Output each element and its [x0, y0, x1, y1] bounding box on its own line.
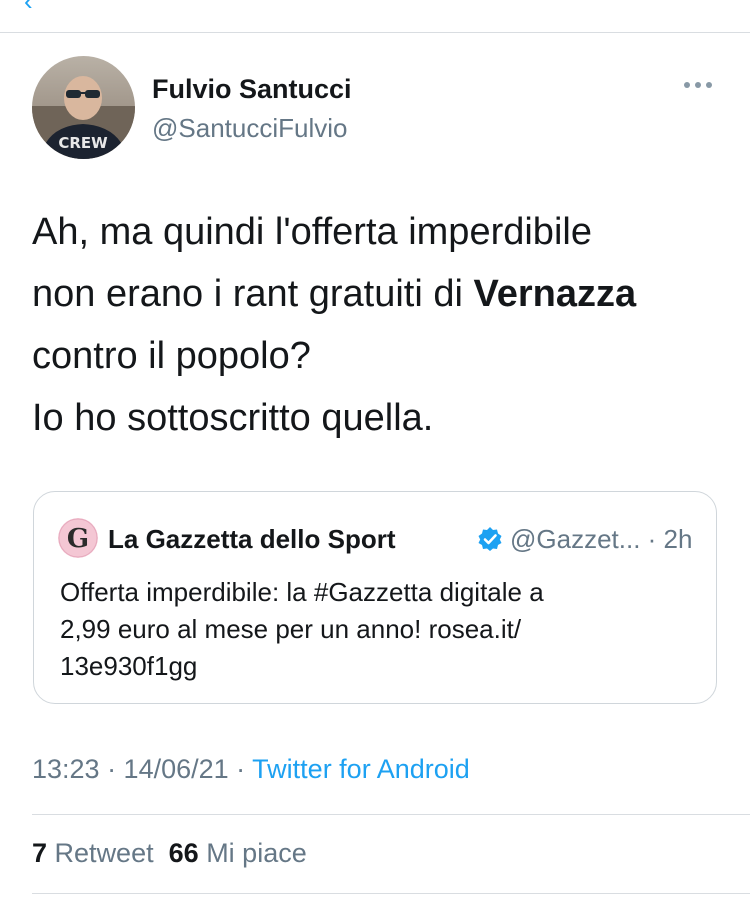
- mention-bold: Vernazza: [473, 273, 637, 315]
- quoted-handle-time: @Gazzet... · 2h: [510, 524, 693, 554]
- quoted-line: Offerta imperdibile: la #Gazzetta digita…: [60, 577, 544, 607]
- svg-text:G: G: [67, 524, 89, 554]
- user-handle[interactable]: @SantucciFulvio: [152, 113, 347, 144]
- back-chevron-icon[interactable]: ‹: [24, 0, 33, 17]
- tweet-line: Io ho sottoscritto quella.: [32, 397, 434, 439]
- quoted-avatar: G: [58, 518, 98, 558]
- divider: [32, 893, 750, 894]
- quoted-tweet-header: G La Gazzetta dello Sport @Gazzet... · 2…: [58, 518, 698, 558]
- quoted-line: 13e930f1gg: [60, 651, 198, 681]
- tweet-header: CREW Fulvio Santucci @SantucciFulvio: [32, 56, 722, 160]
- retweet-count[interactable]: 7: [32, 838, 47, 868]
- tweet-stats: 7 Retweet 66 Mi piace: [32, 838, 307, 869]
- like-count[interactable]: 66: [169, 838, 199, 868]
- tweet-timestamp: 13:23 · 14/06/21 ·: [32, 754, 253, 784]
- top-bar: ‹: [0, 0, 750, 33]
- tweet-line: contro il popolo?: [32, 335, 311, 377]
- quoted-line: 2,99 euro al mese per un anno! rosea.it/: [60, 614, 522, 644]
- tweet-meta: 13:23 · 14/06/21 · Twitter for Android: [32, 754, 470, 785]
- quoted-tweet-text: Offerta imperdibile: la #Gazzetta digita…: [60, 574, 700, 685]
- tweet-line-text: non erano i rant gratuiti di: [32, 273, 474, 315]
- tweet-line: Ah, ma quindi l'offerta imperdibile: [32, 211, 592, 253]
- avatar[interactable]: CREW: [32, 56, 135, 159]
- more-horizontal-icon[interactable]: [682, 80, 714, 90]
- user-name[interactable]: Fulvio Santucci: [152, 74, 352, 105]
- like-label[interactable]: Mi piace: [206, 838, 307, 868]
- svg-text:CREW: CREW: [58, 134, 108, 152]
- tweet-text: Ah, ma quindi l'offerta imperdibile non …: [32, 201, 722, 449]
- verified-badge-icon: [478, 527, 502, 551]
- divider: [32, 814, 750, 815]
- retweet-label[interactable]: Retweet: [55, 838, 154, 868]
- tweet-source-link[interactable]: Twitter for Android: [252, 754, 470, 784]
- quoted-tweet-card[interactable]: G La Gazzetta dello Sport @Gazzet... · 2…: [33, 491, 717, 704]
- tweet-line: non erano i rant gratuiti di Vernazza: [32, 263, 722, 325]
- quoted-user-name: La Gazzetta dello Sport: [108, 524, 396, 554]
